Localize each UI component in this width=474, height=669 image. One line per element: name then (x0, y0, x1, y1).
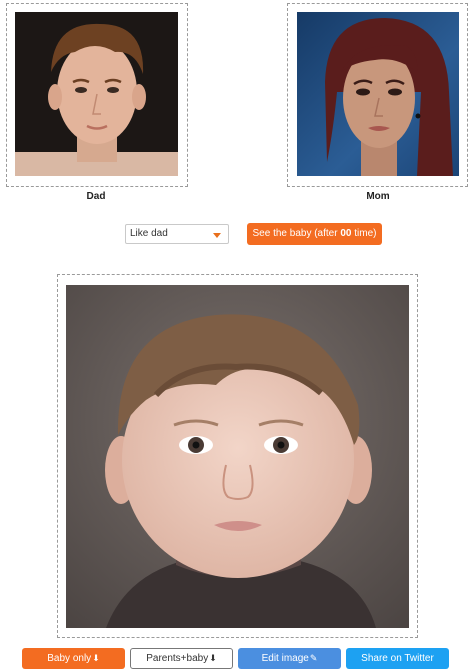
see-baby-suffix: time) (351, 228, 377, 239)
resemblance-select[interactable]: Like dad (125, 224, 229, 244)
share-twitter-button[interactable]: Share on Twitter (346, 648, 449, 669)
download-parents-baby-label: Parents+baby (146, 653, 209, 664)
mom-label: Mom (366, 191, 390, 202)
dad-label: Dad (86, 191, 106, 202)
download-baby-only-button[interactable]: Baby only⬇ (22, 648, 125, 669)
edit-image-button[interactable]: Edit image✎ (238, 648, 341, 669)
resemblance-select-value: Like dad (130, 228, 168, 239)
see-baby-prefix: See the baby (after (252, 228, 341, 239)
edit-image-label: Edit image (261, 653, 309, 664)
see-baby-button[interactable]: See the baby (after 00 time) (247, 223, 382, 245)
download-icon: ⬇ (209, 653, 217, 663)
chevron-down-icon (213, 233, 221, 238)
edit-icon: ✎ (309, 653, 318, 663)
download-parents-baby-button[interactable]: Parents+baby⬇ (130, 648, 233, 669)
baby-photo[interactable] (66, 285, 409, 628)
mom-photo[interactable] (297, 12, 459, 176)
share-twitter-label: Share on Twitter (361, 653, 434, 664)
dad-photo[interactable] (15, 12, 178, 176)
download-baby-only-label: Baby only (47, 653, 92, 664)
download-icon: ⬇ (92, 653, 100, 663)
see-baby-count: 00 (340, 228, 352, 239)
